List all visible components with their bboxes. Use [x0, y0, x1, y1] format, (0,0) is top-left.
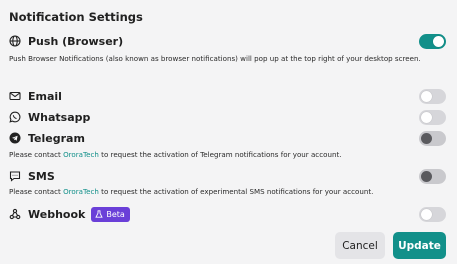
sms-note: Please contact OroraTech to request the … — [9, 187, 437, 198]
telegram-note: Please contact OroraTech to request the … — [9, 150, 437, 161]
webhook-row: Webhook Beta — [9, 205, 446, 223]
toggle-knob — [421, 90, 432, 102]
ororatech-link[interactable]: OroraTech — [63, 150, 99, 159]
notification-settings-panel: Notification Settings Push (Browser) Pus… — [0, 0, 457, 264]
sms-icon — [9, 170, 21, 182]
telegram-note-prefix: Please contact — [9, 150, 64, 159]
sms-toggle[interactable] — [419, 168, 446, 184]
sms-row: SMS — [9, 167, 446, 185]
email-toggle[interactable] — [419, 88, 446, 104]
whatsapp-row: Whatsapp — [9, 108, 446, 126]
telegram-icon — [9, 132, 21, 144]
beta-badge-label: Beta — [106, 209, 125, 219]
push-browser-toggle[interactable] — [419, 33, 446, 49]
push-browser-label: Push (Browser) — [28, 34, 124, 48]
toggle-knob — [421, 111, 432, 123]
push-browser-row: Push (Browser) — [9, 32, 446, 50]
telegram-note-suffix: to request the activation of Telegram no… — [98, 150, 342, 159]
telegram-toggle[interactable] — [419, 130, 446, 146]
webhook-label: Webhook — [28, 207, 86, 221]
sms-note-suffix: to request the activation of experimenta… — [98, 187, 374, 196]
flask-icon — [95, 210, 104, 218]
sms-note-prefix: Please contact — [9, 187, 64, 196]
push-browser-description: Push Browser Notifications (also known a… — [9, 54, 421, 63]
cancel-button[interactable]: Cancel — [335, 232, 385, 259]
email-row: Email — [9, 87, 446, 105]
beta-badge: Beta — [91, 206, 130, 222]
whatsapp-toggle[interactable] — [419, 109, 446, 125]
email-label: Email — [28, 89, 62, 103]
whatsapp-label: Whatsapp — [28, 110, 91, 124]
globe-icon — [9, 35, 21, 47]
toggle-knob — [421, 208, 432, 220]
whatsapp-icon — [9, 111, 21, 123]
page-title: Notification Settings — [9, 10, 143, 24]
sms-label: SMS — [28, 169, 55, 183]
webhook-icon — [9, 208, 21, 220]
envelope-icon — [9, 90, 21, 102]
toggle-knob — [421, 170, 432, 182]
telegram-row: Telegram — [9, 129, 446, 147]
telegram-label: Telegram — [28, 131, 85, 145]
update-button[interactable]: Update — [393, 232, 446, 259]
ororatech-link[interactable]: OroraTech — [63, 187, 99, 196]
webhook-toggle[interactable] — [419, 206, 446, 222]
toggle-knob — [421, 132, 432, 144]
toggle-knob — [433, 35, 444, 47]
